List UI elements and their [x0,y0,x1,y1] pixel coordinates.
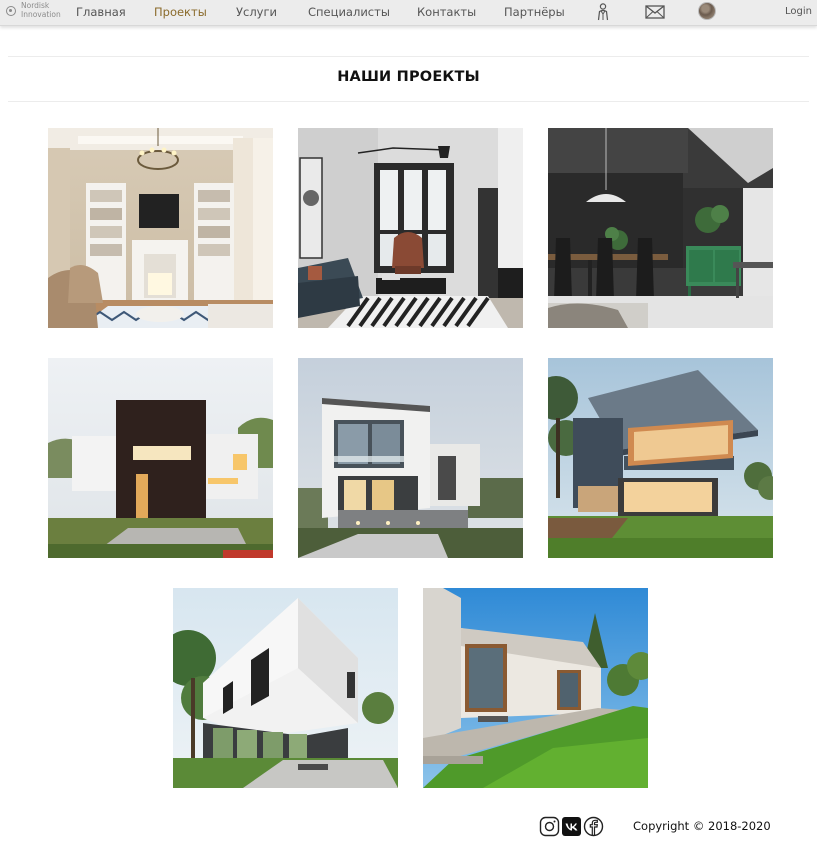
project-image-2 [298,128,523,328]
title-divider-bottom [8,101,809,102]
nav-link-contacts[interactable]: Контакты [417,5,476,19]
nav-link-home[interactable]: Главная [76,5,126,19]
project-image-6 [548,358,773,558]
project-image-3 [548,128,773,328]
login-link[interactable]: Login [785,6,812,17]
nav-link-projects[interactable]: Проекты [154,5,207,19]
project-card-4[interactable] [48,358,273,558]
project-card-6[interactable] [548,358,773,558]
copyright-text: Copyright © 2018-2020 [633,819,771,833]
logo-text: Nordisk Innovation [21,1,61,19]
user-avatar[interactable] [698,2,716,20]
top-navbar: Nordisk Innovation Главная Проекты Услуг… [0,0,817,26]
project-card-8[interactable] [423,588,648,788]
project-image-1 [48,128,273,328]
facebook-icon[interactable] [583,816,604,837]
nav-link-partners[interactable]: Партнёры [504,5,565,19]
project-card-5[interactable] [298,358,523,558]
project-card-7[interactable] [173,588,398,788]
nav-link-specialists[interactable]: Специалисты [308,5,390,19]
mail-icon[interactable] [645,2,665,22]
project-image-4 [48,358,273,558]
logo-mark-icon [6,6,16,16]
company-logo[interactable]: Nordisk Innovation [6,1,62,22]
vk-icon[interactable] [561,816,582,837]
project-card-2[interactable] [298,128,523,328]
nav-link-services[interactable]: Услуги [236,5,277,19]
project-image-8 [423,588,648,788]
instagram-icon[interactable] [539,816,560,837]
page-title: НАШИ ПРОЕКТЫ [337,69,480,85]
users-icon[interactable] [593,2,613,22]
title-divider-top [8,56,809,57]
project-image-7 [173,588,398,788]
project-card-1[interactable] [48,128,273,328]
project-card-3[interactable] [548,128,773,328]
project-image-5 [298,358,523,558]
